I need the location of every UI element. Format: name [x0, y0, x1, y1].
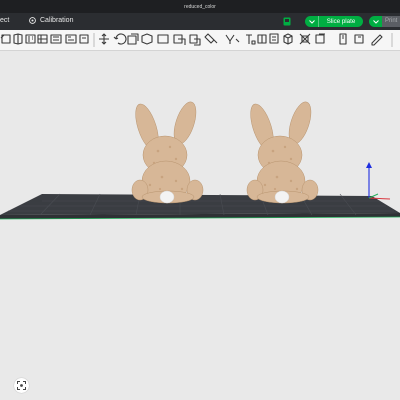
- tab-calibration[interactable]: Calibration: [40, 17, 73, 24]
- move-icon[interactable]: [99, 33, 109, 45]
- color-paint-icon[interactable]: [269, 33, 279, 44]
- tab-bar: ect Calibration Slice plate Print: [0, 13, 400, 30]
- 3d-viewport[interactable]: [0, 51, 400, 400]
- paint-support-icon[interactable]: [189, 34, 201, 46]
- axis-gizmo: [366, 162, 391, 200]
- cut-icon[interactable]: [157, 34, 169, 44]
- fit-view-button[interactable]: [14, 378, 29, 393]
- chevron-down-icon: [372, 19, 379, 24]
- print-dropdown-button[interactable]: [369, 16, 382, 27]
- place-on-face-icon[interactable]: [141, 33, 153, 45]
- fuzzy-skin-icon[interactable]: [283, 33, 293, 45]
- plate-icon[interactable]: [283, 17, 291, 26]
- tab-project[interactable]: ect: [0, 17, 9, 24]
- rabbit-model-left[interactable]: [131, 99, 204, 204]
- split-objects-icon[interactable]: [50, 34, 62, 44]
- slice-plate-label: Slice plate: [326, 18, 356, 25]
- rabbit-model-right[interactable]: [246, 99, 319, 204]
- rotate-icon[interactable]: [113, 33, 127, 45]
- print-button[interactable]: Print: [382, 16, 400, 27]
- variable-layer-icon[interactable]: [79, 34, 89, 44]
- pencil-icon[interactable]: [371, 34, 383, 46]
- assembly-icon[interactable]: [257, 34, 267, 44]
- seam-icon[interactable]: [204, 33, 218, 44]
- layer-icon[interactable]: [315, 33, 325, 44]
- edit-icon[interactable]: [354, 34, 364, 44]
- main-toolbar: [0, 30, 400, 51]
- add-plate-icon[interactable]: [13, 33, 23, 45]
- slice-plate-button[interactable]: Slice plate: [305, 16, 363, 27]
- mesh-boolean-icon[interactable]: [173, 34, 186, 45]
- split-parts-icon[interactable]: [65, 34, 77, 44]
- add-icon[interactable]: [0, 34, 11, 44]
- fit-view-icon: [17, 381, 26, 390]
- auto-orient-icon[interactable]: [25, 34, 36, 44]
- text-icon[interactable]: [225, 34, 240, 44]
- mirror-icon[interactable]: [299, 33, 311, 45]
- calibration-icon: [29, 17, 36, 24]
- measure-icon[interactable]: [246, 34, 256, 45]
- scissors-icon[interactable]: [339, 33, 347, 45]
- scale-icon[interactable]: [127, 33, 139, 45]
- chevron-down-icon[interactable]: [305, 16, 319, 27]
- window-title: reduced_color: [184, 3, 216, 10]
- title-bar: reduced_color: [0, 0, 400, 13]
- arrange-icon[interactable]: [37, 34, 48, 44]
- print-label: Print: [385, 18, 398, 24]
